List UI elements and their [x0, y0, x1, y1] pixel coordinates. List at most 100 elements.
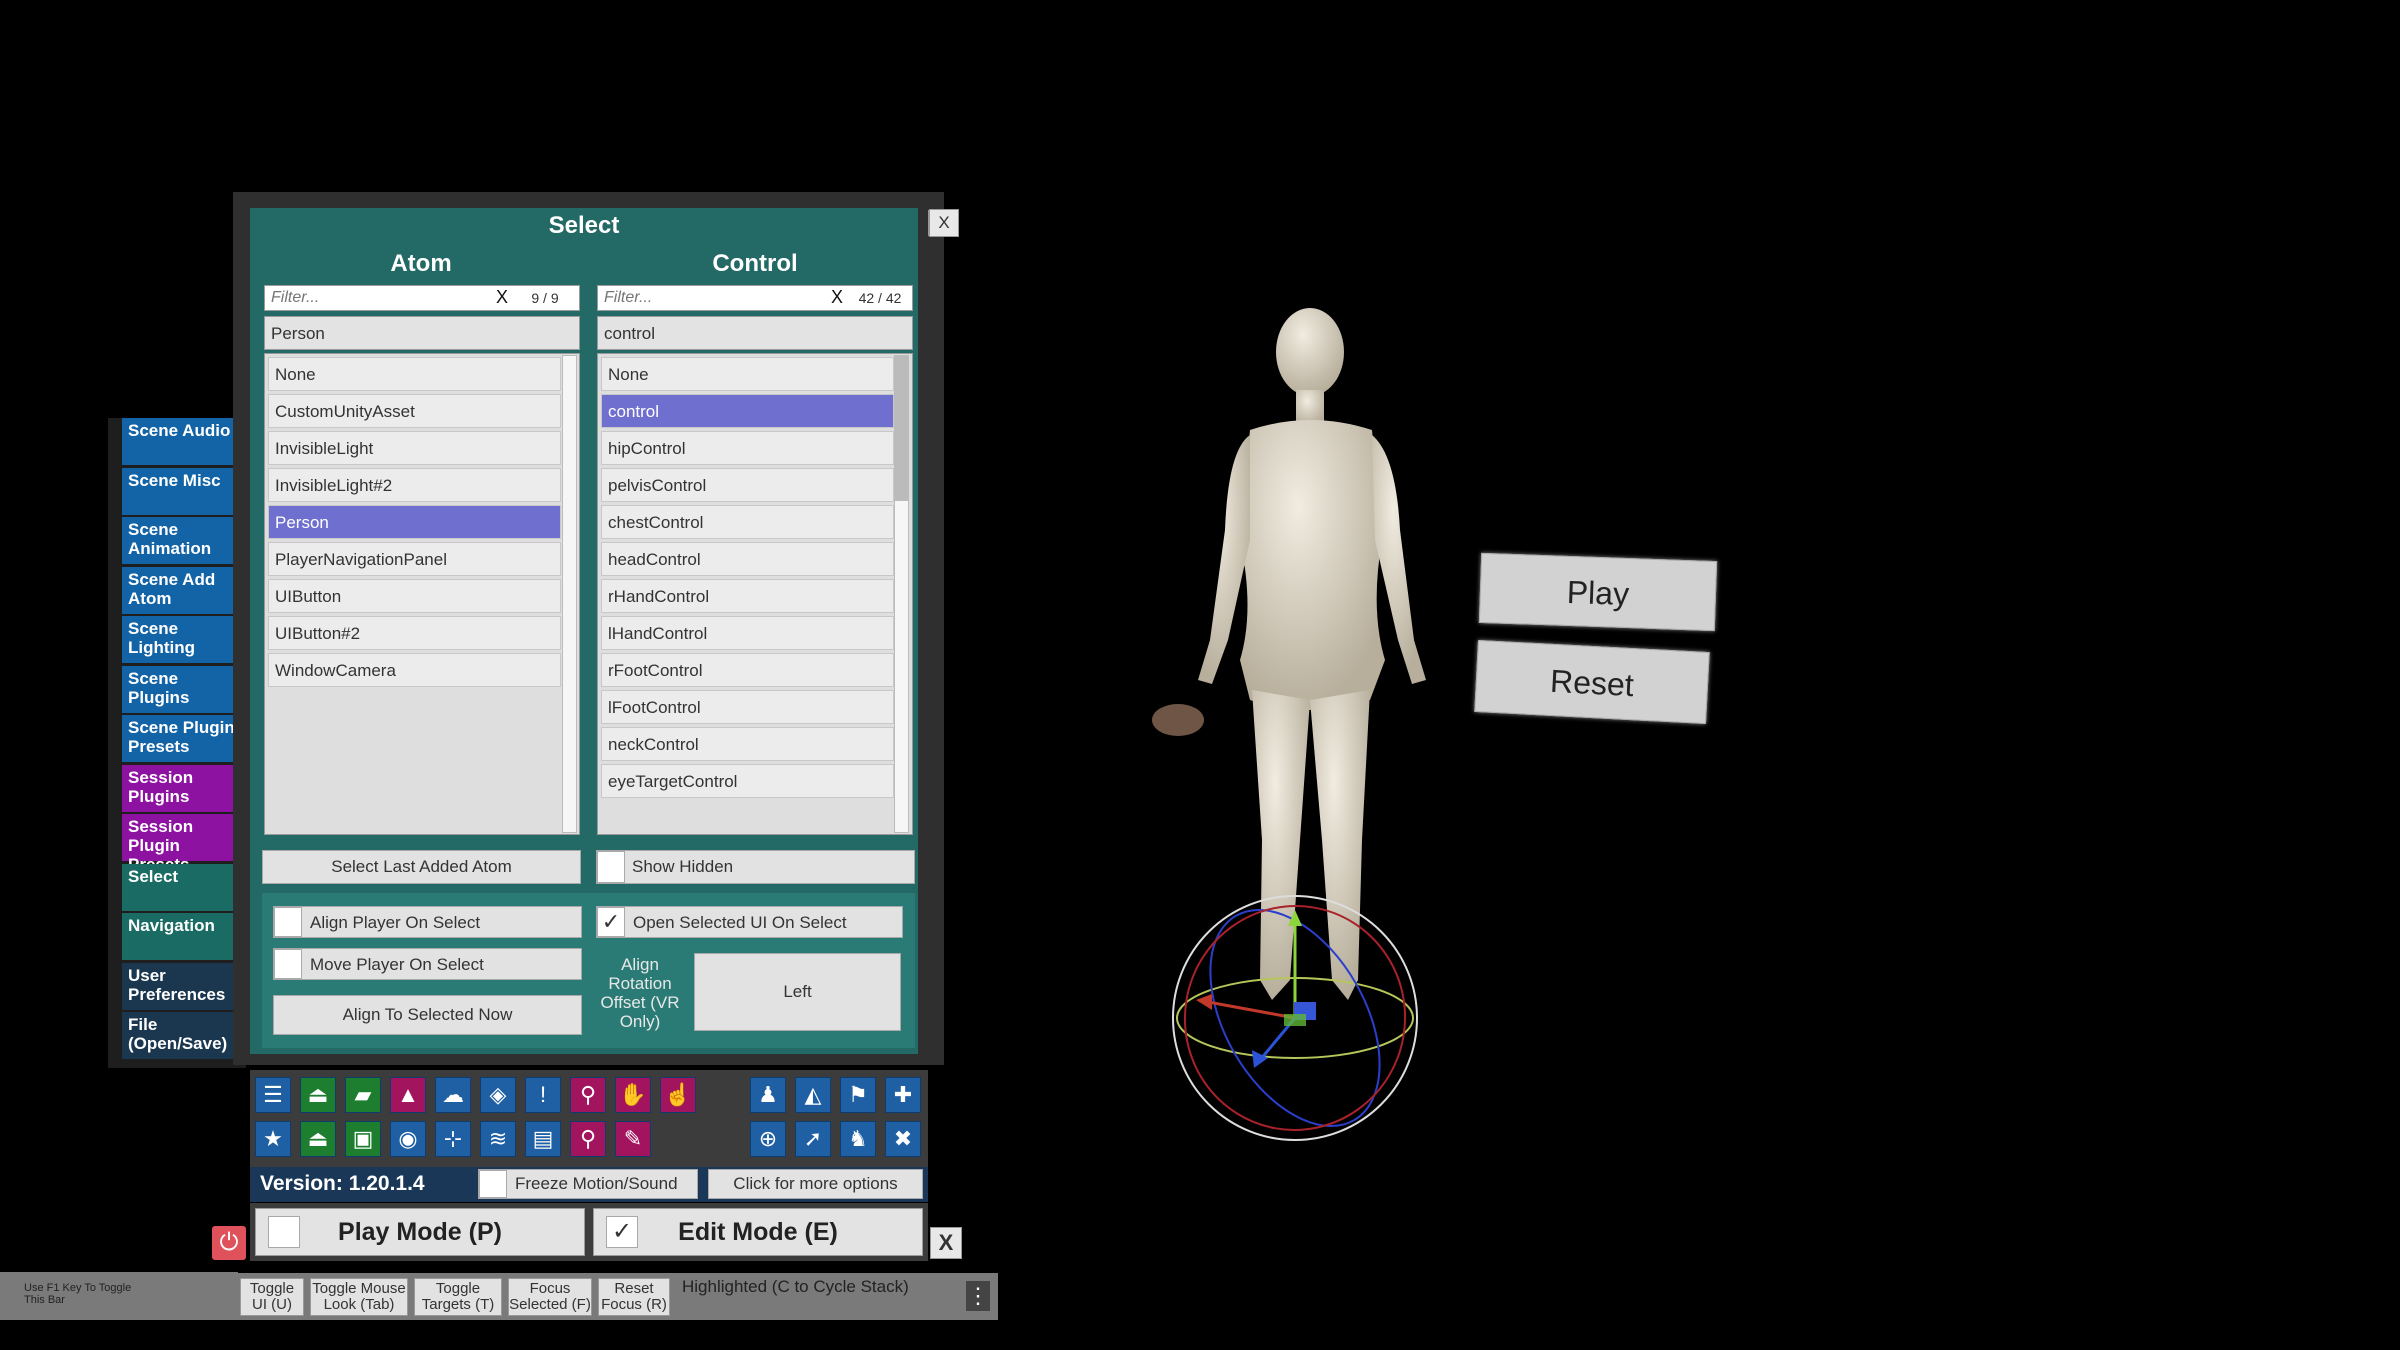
close-ui-button[interactable]: X	[930, 1227, 962, 1259]
atom-list-item[interactable]: WindowCamera	[268, 653, 561, 687]
bottom-bar-menu-icon[interactable]: ⋮	[966, 1281, 990, 1311]
control-list-item[interactable]: pelvisControl	[601, 468, 894, 502]
scene-reset-button[interactable]: Reset	[1474, 639, 1710, 725]
tab-scene-plugins[interactable]: Scene Plugins	[122, 666, 245, 713]
select-last-added-atom-button[interactable]: Select Last Added Atom	[262, 850, 581, 884]
delete-scene-icon[interactable]: ▲	[390, 1077, 426, 1113]
document-icon[interactable]: ▤	[525, 1121, 561, 1157]
tab-select[interactable]: Select	[122, 864, 234, 911]
align-player-on-select-checkbox[interactable]	[274, 907, 302, 937]
align-rotation-offset-select[interactable]: Left	[694, 953, 901, 1031]
flag-icon[interactable]: ⚑	[840, 1077, 876, 1113]
freeze-motion-toggle[interactable]: Freeze Motion/Sound	[478, 1169, 698, 1199]
atom-list-item[interactable]: Person	[268, 505, 561, 539]
tools-icon[interactable]: ✖	[885, 1121, 921, 1157]
control-list-item[interactable]: chestControl	[601, 505, 894, 539]
atom-selected-value[interactable]: Person	[264, 316, 580, 350]
open-selected-ui-toggle[interactable]: Open Selected UI On Select	[596, 906, 903, 938]
control-list-item[interactable]: eyeTargetControl	[601, 764, 894, 798]
package-icon[interactable]: ◈	[480, 1077, 516, 1113]
play-mode-button[interactable]: Play Mode (P)	[255, 1208, 585, 1256]
person-icon[interactable]: ♟	[750, 1077, 786, 1113]
scene-play-button[interactable]: Play	[1478, 552, 1718, 632]
atom-filter-clear-button[interactable]: X	[490, 287, 514, 308]
control-selected-value[interactable]: control	[597, 316, 913, 350]
bottom-bar-button-3[interactable]: Focus Selected (F)	[508, 1278, 592, 1316]
control-list-item[interactable]: neckControl	[601, 727, 894, 761]
camera-icon[interactable]: ◉	[390, 1121, 426, 1157]
control-list-item[interactable]: None	[601, 357, 894, 391]
unity-icon[interactable]: ◭	[795, 1077, 831, 1113]
person-add-icon[interactable]: ⚲	[570, 1077, 606, 1113]
layers-icon[interactable]: ≋	[480, 1121, 516, 1157]
panel-close-x[interactable]: X	[929, 209, 959, 237]
bottom-bar-button-2[interactable]: Toggle Targets (T)	[414, 1278, 502, 1316]
screenshot-folder-icon[interactable]: ▣	[345, 1121, 381, 1157]
control-list-item[interactable]: control	[601, 394, 894, 428]
open-selected-ui-checkbox[interactable]: ✓	[597, 907, 625, 937]
people-icon[interactable]: ♞	[840, 1121, 876, 1157]
cloud-icon[interactable]: ☁	[435, 1077, 471, 1113]
control-list-scrollbar[interactable]	[894, 355, 909, 833]
tab-scene-animation[interactable]: Scene Animation	[122, 517, 245, 564]
plus-icon[interactable]: ✚	[885, 1077, 921, 1113]
freeze-motion-label: Freeze Motion/Sound	[515, 1174, 678, 1193]
scene-load-icon[interactable]: ⏏	[300, 1121, 336, 1157]
edit-mode-button[interactable]: Edit Mode (E)	[593, 1208, 923, 1256]
atom-heading: Atom	[390, 250, 452, 277]
play-mode-checkbox[interactable]	[268, 1216, 300, 1248]
control-list-item[interactable]: rHandControl	[601, 579, 894, 613]
atom-list-item[interactable]: CustomUnityAsset	[268, 394, 561, 428]
atom-list-item[interactable]: InvisibleLight#2	[268, 468, 561, 502]
tab-scene-plugin-presets[interactable]: Scene Plugin Presets	[122, 715, 245, 762]
wrench-icon[interactable]: ✎	[615, 1121, 651, 1157]
hand-icon[interactable]: ✋	[615, 1077, 651, 1113]
power-icon[interactable]: ⏻	[212, 1226, 246, 1260]
move-player-on-select-toggle[interactable]: Move Player On Select	[273, 948, 582, 980]
atom-list-item[interactable]: InvisibleLight	[268, 431, 561, 465]
tab-navigation[interactable]: Navigation	[122, 913, 245, 960]
person-remove-icon[interactable]: ⚲	[570, 1121, 606, 1157]
star-icon[interactable]: ★	[255, 1121, 291, 1157]
tab-scene-add-atom[interactable]: Scene Add Atom	[122, 567, 245, 614]
menu-icon[interactable]: ☰	[255, 1077, 291, 1113]
scene-open-icon[interactable]: ⏏	[300, 1077, 336, 1113]
pointer-icon[interactable]: ➚	[795, 1121, 831, 1157]
folder-icon[interactable]: ▰	[345, 1077, 381, 1113]
align-player-on-select-toggle[interactable]: Align Player On Select	[273, 906, 582, 938]
bottom-bar-button-4[interactable]: Reset Focus (R)	[598, 1278, 670, 1316]
tab-scene-lighting[interactable]: Scene Lighting	[122, 616, 245, 663]
transform-gizmo[interactable]	[1160, 890, 1430, 1150]
control-list-item[interactable]: lHandControl	[601, 616, 894, 650]
control-filter-clear-button[interactable]: X	[825, 287, 849, 308]
alert-icon[interactable]: !	[525, 1077, 561, 1113]
control-scroll-thumb[interactable]	[895, 356, 908, 501]
atom-list-item[interactable]: PlayerNavigationPanel	[268, 542, 561, 576]
tab-session-plugin-presets[interactable]: Session Plugin Presets	[122, 814, 245, 874]
move-player-on-select-checkbox[interactable]	[274, 949, 302, 979]
bottom-bar-button-0[interactable]: Toggle UI (U)	[240, 1278, 304, 1316]
touch-icon[interactable]: ☝	[660, 1077, 696, 1113]
tab-scene-misc[interactable]: Scene Misc	[122, 468, 245, 515]
tab-session-plugins[interactable]: Session Plugins	[122, 765, 245, 812]
atom-list-item[interactable]: UIButton#2	[268, 616, 561, 650]
control-list-item[interactable]: lFootControl	[601, 690, 894, 724]
graph-icon[interactable]: ⊹	[435, 1121, 471, 1157]
atom-list-scrollbar[interactable]	[562, 355, 577, 833]
control-list-item[interactable]: hipControl	[601, 431, 894, 465]
tab-file-open-save-[interactable]: File (Open/Save)	[122, 1012, 245, 1059]
show-hidden-toggle[interactable]: Show Hidden	[596, 850, 915, 884]
atom-list-item[interactable]: UIButton	[268, 579, 561, 613]
edit-mode-checkbox[interactable]: ✓	[606, 1216, 638, 1248]
more-options-button[interactable]: Click for more options	[708, 1169, 923, 1199]
freeze-motion-checkbox[interactable]	[479, 1170, 507, 1198]
show-hidden-checkbox[interactable]	[597, 851, 625, 883]
tab-scene-audio[interactable]: Scene Audio	[122, 418, 245, 465]
atom-list-item[interactable]: None	[268, 357, 561, 391]
bottom-bar-button-1[interactable]: Toggle Mouse Look (Tab)	[310, 1278, 408, 1316]
target-icon[interactable]: ⊕	[750, 1121, 786, 1157]
align-to-selected-now-button[interactable]: Align To Selected Now	[273, 995, 582, 1035]
control-list-item[interactable]: rFootControl	[601, 653, 894, 687]
tab-user-preferences[interactable]: User Preferences	[122, 963, 245, 1010]
control-list-item[interactable]: headControl	[601, 542, 894, 576]
